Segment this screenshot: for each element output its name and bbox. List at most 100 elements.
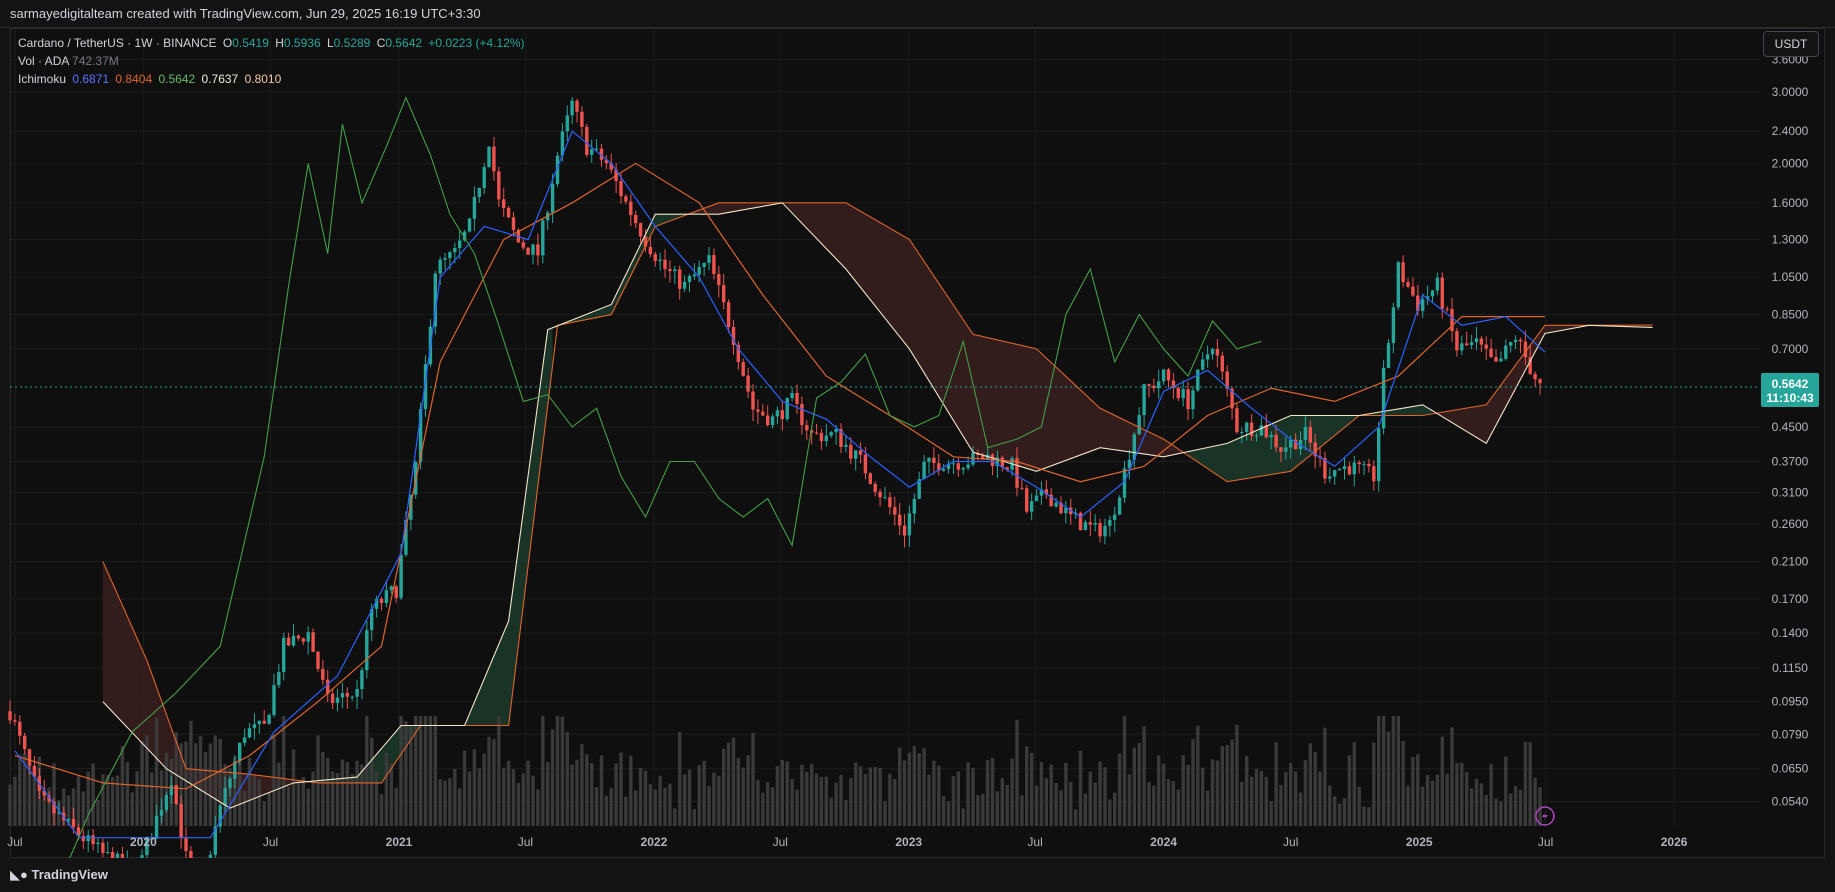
candle-body-89 — [443, 258, 447, 260]
volume-bar-204 — [1005, 785, 1009, 826]
volume-bar-217 — [1069, 781, 1073, 826]
candle-body-118 — [585, 126, 589, 155]
volume-bar-91 — [453, 768, 457, 826]
candle-body-109 — [541, 220, 545, 256]
volume-bar-99 — [492, 739, 496, 826]
volume-bar-162 — [800, 764, 804, 826]
candle-body-108 — [536, 244, 540, 256]
volume-bar-29 — [150, 772, 154, 826]
volume-bar-163 — [805, 771, 809, 826]
candle-body-72 — [360, 670, 364, 689]
price-tick-label-18: 0.0790 — [1772, 727, 1809, 741]
currency-unit-button[interactable]: USDT — [1763, 31, 1819, 57]
volume-bar-267 — [1313, 752, 1317, 826]
candle-body-163 — [805, 425, 809, 431]
price-tick-label-17: 0.0950 — [1772, 695, 1809, 709]
volume-bar-59 — [296, 781, 301, 826]
volume-bar-276 — [1357, 786, 1361, 826]
ichimoku-row[interactable]: Ichimoku 0.6871 0.8404 0.5642 0.7637 0.8… — [18, 70, 525, 88]
volume-bar-300 — [1474, 778, 1479, 826]
candle-body-304 — [1494, 357, 1498, 362]
volume-bar-223 — [1098, 761, 1102, 826]
volume-bar-220 — [1083, 793, 1088, 826]
candle-body-136 — [673, 269, 677, 272]
tradingview-logo-text[interactable]: TradingView — [31, 867, 107, 882]
candle-body-207 — [1020, 487, 1024, 489]
time-tick-label-9: 2024 — [1150, 835, 1177, 849]
candle-body-196 — [966, 464, 970, 468]
volume-bar-27 — [140, 741, 144, 826]
volume-bar-306 — [1504, 756, 1508, 826]
volume-bar-136 — [673, 808, 677, 826]
candle-body-280 — [1377, 428, 1381, 482]
candle-body-185 — [912, 498, 916, 514]
volume-bar-256 — [1259, 770, 1264, 826]
candle-body-313 — [1538, 379, 1542, 384]
candle-body-177 — [873, 483, 877, 492]
event-lightning-icon — [1541, 810, 1548, 822]
change-value: +0.0223 (+4.12%) — [428, 36, 525, 50]
symbol-title[interactable]: Cardano / TetherUS · 1W · BINANCE — [18, 36, 217, 50]
tradingview-logo-icon[interactable]: ◣● — [10, 867, 28, 882]
volume-bar-272 — [1337, 803, 1342, 826]
volume-bar-281 — [1381, 716, 1386, 826]
volume-bar-158 — [780, 759, 784, 826]
volume-bar-249 — [1225, 745, 1229, 826]
time-tick-label-10: Jul — [1283, 835, 1298, 849]
volume-bar-152 — [751, 732, 755, 826]
volume-bar-125 — [619, 752, 623, 826]
candle-body-181 — [893, 507, 897, 515]
candle-body-78 — [389, 586, 393, 591]
candle-body-241 — [1186, 389, 1190, 410]
candle-body-236 — [1161, 369, 1166, 382]
candle-body-233 — [1147, 384, 1151, 386]
candle-body-231 — [1137, 415, 1141, 435]
candle-body-139 — [687, 276, 692, 282]
volume-bar-49 — [247, 757, 252, 826]
price-tick-label-7: 0.8500 — [1772, 308, 1809, 322]
volume-bar-0 — [8, 784, 12, 826]
price-tick-label-2: 2.4000 — [1772, 124, 1809, 138]
candle-body-274 — [1347, 466, 1352, 475]
volume-bar-297 — [1460, 762, 1464, 826]
volume-bar-143 — [707, 786, 711, 826]
volume-bar-174 — [858, 766, 863, 826]
candle-body-114 — [565, 115, 569, 132]
volume-bar-286 — [1406, 785, 1410, 826]
volume-bar-65 — [326, 757, 330, 826]
candle-body-150 — [741, 362, 745, 376]
volume-bar-307 — [1509, 793, 1513, 826]
candle-body-259 — [1274, 434, 1278, 448]
price-chart[interactable]: 0.564211:10:43 3.60003.00002.40002.00001… — [0, 0, 1835, 892]
volume-bar-302 — [1484, 795, 1488, 826]
volume-bar-246 — [1210, 759, 1215, 826]
ichimoku-span-a-value: 0.7637 — [201, 72, 239, 86]
time-tick-label-4: Jul — [518, 835, 533, 849]
candle-body-56 — [282, 637, 286, 672]
volume-bar-67 — [335, 773, 340, 826]
candle-body-234 — [1152, 385, 1156, 389]
candle-body-144 — [712, 255, 716, 274]
volume-bar-299 — [1469, 788, 1474, 826]
candle-body-292 — [1435, 277, 1440, 291]
candle-body-247 — [1215, 348, 1220, 356]
ichimoku-label: Ichimoku — [18, 72, 67, 86]
candle-body-172 — [849, 444, 853, 459]
volume-bar-97 — [482, 753, 486, 826]
volume-bar-150 — [741, 767, 745, 826]
candle-body-73 — [365, 630, 369, 671]
volume-row[interactable]: Vol · ADA 742.37M — [18, 52, 525, 70]
candle-body-80 — [399, 554, 403, 598]
volume-bar-221 — [1088, 771, 1092, 826]
volume-bar-176 — [868, 767, 872, 826]
volume-bar-291 — [1430, 780, 1435, 826]
volume-bar-251 — [1235, 725, 1239, 826]
ichimoku-cloud — [102, 202, 1653, 809]
volume-bar-155 — [766, 782, 770, 826]
volume-bar-48 — [242, 790, 247, 826]
candle-body-261 — [1284, 447, 1288, 452]
candle-body-102 — [506, 207, 511, 218]
volume-bar-21 — [110, 777, 115, 826]
volume-bars — [8, 716, 1542, 826]
volume-bar-239 — [1176, 789, 1180, 826]
